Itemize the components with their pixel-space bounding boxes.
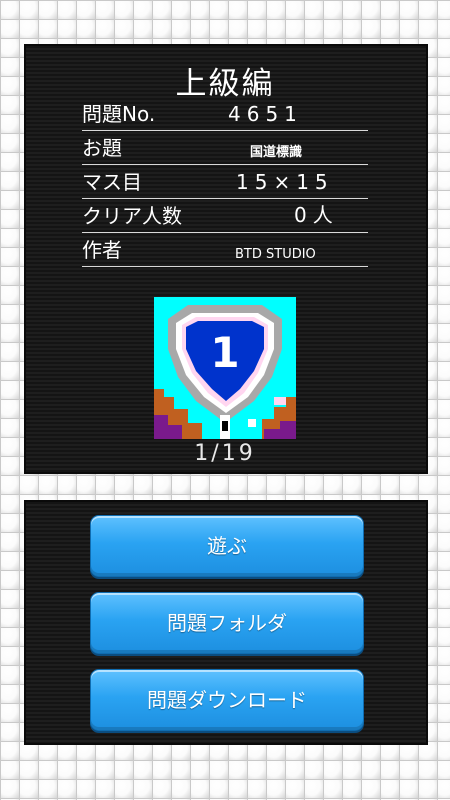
info-label-author: 作者 (82, 238, 122, 262)
puzzle-folder-button[interactable]: 問題フォルダ (90, 592, 364, 654)
info-value-grid: 15×15 (236, 170, 334, 194)
info-row-theme: お題 国道標識 (82, 131, 368, 165)
info-value-author: BTD STUDIO (235, 247, 316, 262)
play-button[interactable]: 遊ぶ (90, 515, 364, 577)
info-row-grid: マス目 15×15 (82, 165, 368, 199)
info-label-number: 問題No. (82, 102, 156, 126)
info-value-clears: 0人 (294, 203, 339, 227)
info-value-theme: 国道標識 (250, 145, 303, 160)
info-row-clears: クリア人数 0人 (82, 199, 368, 233)
info-label-clears: クリア人数 (82, 204, 182, 228)
puzzle-preview-image[interactable]: 1 (154, 297, 296, 439)
info-label-grid: マス目 (82, 170, 142, 194)
info-value-number: 4651 (228, 102, 303, 126)
info-row-number: 問題No. 4651 (82, 97, 368, 131)
info-row-author: 作者 BTD STUDIO (82, 233, 368, 267)
sign-number-text: 1 (210, 328, 239, 377)
info-label-theme: お題 (82, 136, 122, 160)
puzzle-progress: 1/19 (194, 441, 256, 466)
puzzle-download-button[interactable]: 問題ダウンロード (90, 669, 364, 731)
